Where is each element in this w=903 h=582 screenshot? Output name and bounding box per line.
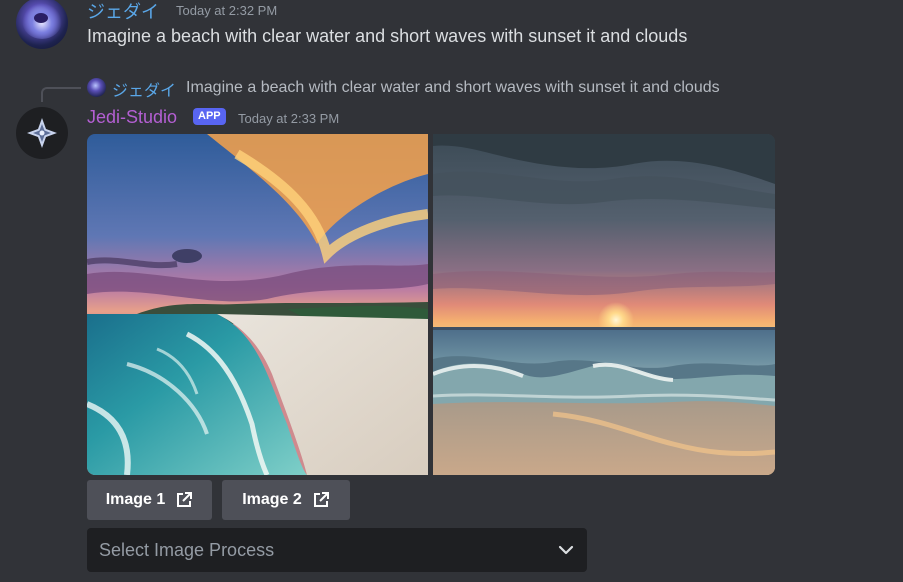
chevron-down-icon: [558, 545, 574, 555]
external-link-icon: [177, 492, 193, 507]
message-author[interactable]: ジェダイ: [87, 0, 159, 24]
reply-avatar[interactable]: [87, 78, 106, 97]
external-link-icon: [313, 492, 329, 507]
reply-text[interactable]: Imagine a beach with clear water and sho…: [186, 79, 720, 97]
message-text: Imagine a beach with clear water and sho…: [87, 26, 688, 46]
jedi-logo-icon: [27, 118, 57, 148]
reply-connector: [41, 87, 81, 102]
generated-image-1[interactable]: [87, 134, 428, 475]
generated-image-2[interactable]: [433, 134, 775, 475]
reply-author[interactable]: ジェダイ: [112, 77, 176, 101]
button-label: Image 2: [242, 491, 302, 508]
open-image-1-button[interactable]: Image 1: [87, 480, 212, 520]
message-timestamp: Today at 2:32 PM: [176, 3, 278, 18]
chat-view: ジェダイ Today at 2:32 PM Imagine a beach wi…: [0, 0, 903, 582]
bot-avatar[interactable]: [16, 107, 68, 159]
select-placeholder: Select Image Process: [99, 539, 275, 560]
image-process-select[interactable]: Select Image Process: [87, 528, 587, 572]
bot-timestamp: Today at 2:33 PM: [238, 111, 340, 126]
button-label: Image 1: [105, 491, 166, 508]
bot-author[interactable]: Jedi-Studio: [87, 107, 177, 128]
user-avatar[interactable]: [16, 0, 68, 49]
app-badge: APP: [193, 108, 226, 125]
open-image-2-button[interactable]: Image 2: [222, 480, 350, 520]
